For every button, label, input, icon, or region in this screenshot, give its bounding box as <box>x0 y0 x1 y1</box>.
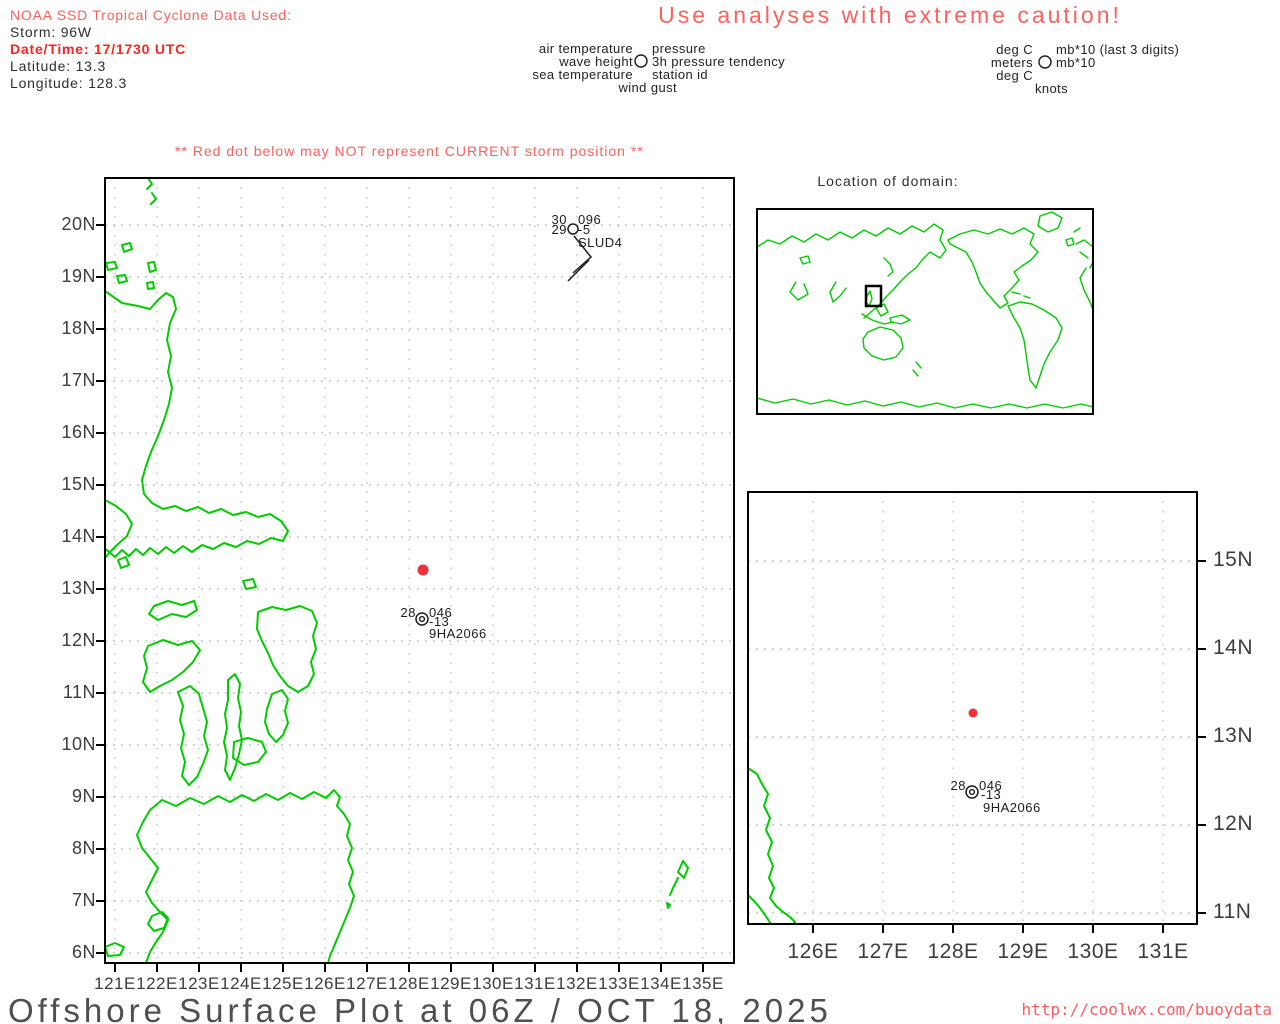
lon-label: 123E <box>178 974 220 993</box>
legend-units-circle-icon <box>1038 55 1052 69</box>
main-map <box>96 177 735 972</box>
world-coastlines <box>756 211 1094 409</box>
station-9ha2066-symbol-zoom <box>965 785 979 799</box>
legend-wind-gust: wind gust <box>618 80 677 95</box>
lon-label: 134E <box>640 974 682 993</box>
zoom-station-id: 9HA2066 <box>983 800 1041 815</box>
lon-label: 126E <box>304 974 346 993</box>
lon-label: 124E <box>220 974 262 993</box>
world-inset-map <box>756 208 1094 415</box>
lat-label: 9N <box>71 786 96 806</box>
lon-label: 125E <box>262 974 304 993</box>
lat-label: 16N <box>61 422 96 442</box>
zoom-lon-label: 131E <box>1137 940 1189 963</box>
lon-label: 130E <box>472 974 514 993</box>
footer-url-link[interactable]: http://coolwx.com/buoydata <box>1022 1000 1272 1019</box>
main-map-lon-gridlines <box>114 178 704 963</box>
lon-label: 127E <box>346 974 388 993</box>
storm-dot-zoom <box>968 708 978 718</box>
zoom-lat-label: 14N <box>1213 636 1254 659</box>
lon-label: 135E <box>682 974 724 993</box>
lat-label: 15N <box>61 474 96 494</box>
caution-title: Use analyses with extreme caution! <box>658 2 1122 28</box>
storm-dot-main <box>417 564 429 576</box>
lat-label: 12N <box>61 630 96 650</box>
zoom-lon-label: 127E <box>857 940 909 963</box>
lon-label: 128E <box>388 974 430 993</box>
header-datetime-line: Date/Time: 17/1730 UTC <box>10 41 187 57</box>
station-slud4-wave-height: 29 <box>551 222 567 237</box>
lon-label: 129E <box>430 974 472 993</box>
zoom-lon-label: 128E <box>927 940 979 963</box>
zoom-map-lon-gridlines <box>812 492 1164 924</box>
lat-label: 17N <box>61 370 96 390</box>
offshore-surface-plot-page: NOAA SSD Tropical Cyclone Data Used: Sto… <box>0 0 1280 1024</box>
lat-label: 6N <box>71 942 96 962</box>
header-storm-line: Storm: 96W <box>10 24 92 40</box>
lon-label: 122E <box>136 974 178 993</box>
header-source-line: NOAA SSD Tropical Cyclone Data Used: <box>10 7 292 23</box>
lat-label: 18N <box>61 318 96 338</box>
footer-plot-title: Offshore Surface Plot at 06Z / OCT 18, 2… <box>8 992 832 1024</box>
lon-label: 132E <box>556 974 598 993</box>
zoom-station-air-temp: 28 <box>950 778 966 793</box>
lon-label: 131E <box>514 974 556 993</box>
inset-title: Location of domain: <box>817 173 959 189</box>
lon-label: 121E <box>94 974 136 993</box>
storm-position-warning: ** Red dot below may NOT represent CURRE… <box>175 143 644 159</box>
lat-label: 14N <box>61 526 96 546</box>
zoom-lat-label: 11N <box>1213 900 1252 923</box>
lon-label: 133E <box>598 974 640 993</box>
zoom-lat-label: 13N <box>1213 724 1254 747</box>
zoom-lon-label: 126E <box>787 940 839 963</box>
zoom-map-lat-gridlines <box>748 560 1197 914</box>
lat-label: 8N <box>71 838 96 858</box>
header-latitude-line: Latitude: 13.3 <box>10 58 107 74</box>
zoom-map-coastline <box>747 767 796 925</box>
station-9ha2066-id: 9HA2066 <box>429 626 487 641</box>
lat-label: 7N <box>71 890 96 910</box>
zoom-lon-label: 129E <box>997 940 1049 963</box>
lat-label: 10N <box>61 734 96 754</box>
lat-label: 20N <box>61 214 96 234</box>
domain-location-rectangle <box>864 284 883 308</box>
lat-label: 13N <box>61 578 96 598</box>
lat-label: 19N <box>61 266 96 286</box>
lat-label: 11N <box>62 682 96 702</box>
zoom-map <box>747 491 1206 933</box>
station-slud4-id: SLUD4 <box>578 235 623 250</box>
zoom-map-ticks <box>812 560 1206 933</box>
legend-unit-knots: knots <box>1035 81 1069 96</box>
zoom-lon-label: 130E <box>1067 940 1119 963</box>
zoom-map-border <box>747 491 1198 925</box>
zoom-lat-label: 12N <box>1213 812 1254 835</box>
legend-unit-mb10-2: mb*10 <box>1056 55 1096 70</box>
main-map-ticks <box>96 224 704 972</box>
station-9ha2066-air-temp: 28 <box>400 605 416 620</box>
legend-unit-degc-2: deg C <box>996 68 1033 83</box>
header-longitude-line: Longitude: 128.3 <box>10 75 128 91</box>
zoom-lat-label: 15N <box>1213 548 1254 571</box>
coastline-philippines <box>104 177 689 964</box>
station-9ha2066-symbol <box>415 612 429 626</box>
legend-station-circle-icon <box>634 54 648 68</box>
